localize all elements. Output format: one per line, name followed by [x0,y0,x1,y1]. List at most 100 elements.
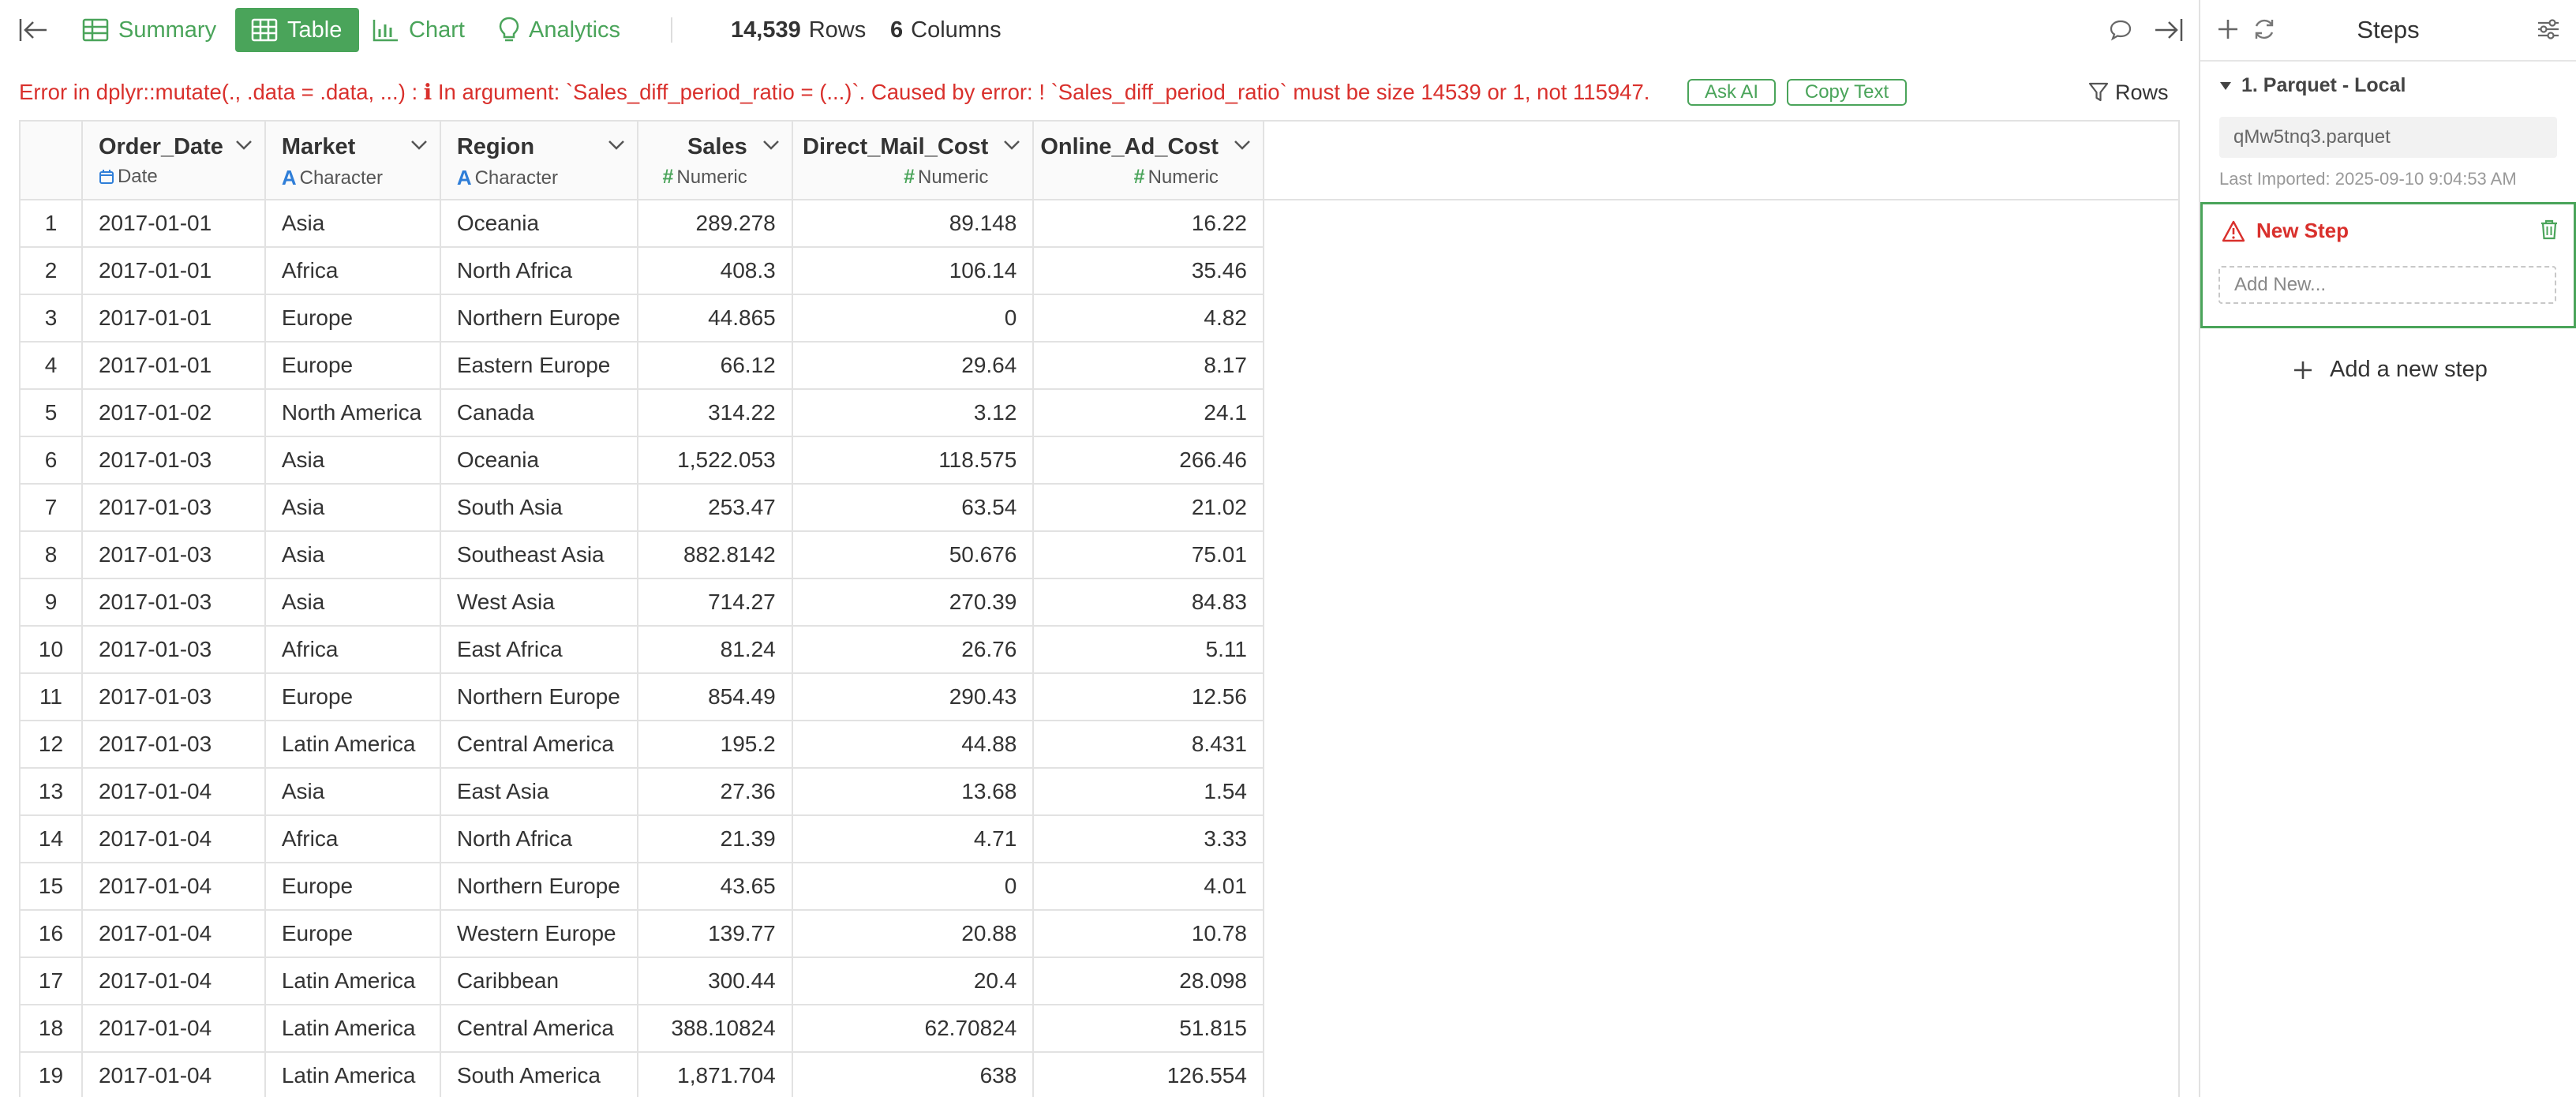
table-cell[interactable]: Oceania [440,200,638,248]
table-cell[interactable]: East Asia [440,768,638,816]
table-cell[interactable]: Southeast Asia [440,531,638,579]
table-cell[interactable]: 4.82 [1033,294,1264,343]
table-cell[interactable]: 2017-01-03 [81,673,266,721]
rows-filter-button[interactable]: Rows [2088,71,2169,114]
table-cell[interactable]: 314.22 [637,389,793,437]
table-cell[interactable]: 51.815 [1033,1005,1264,1053]
table-cell[interactable]: 89.148 [792,200,1035,248]
table-row[interactable]: 19 2017-01-04 Latin America South America 1,… [21,1052,2178,1097]
table-cell[interactable]: Central America [440,1005,638,1053]
table-cell[interactable]: 2017-01-03 [81,531,266,579]
table-cell[interactable]: Western Europe [440,910,638,958]
table-row[interactable]: 17 2017-01-04 Latin America Caribbean 300.44… [21,957,2178,1005]
table-cell[interactable]: 26.76 [792,626,1035,674]
table-cell[interactable]: Asia [264,484,441,532]
table-cell[interactable]: 290.43 [792,673,1035,721]
table-cell[interactable]: 2017-01-01 [81,247,266,295]
table-cell[interactable]: Latin America [264,721,441,769]
table-cell[interactable]: 50.676 [792,531,1035,579]
table-cell[interactable]: 139.77 [637,910,793,958]
table-cell[interactable]: 21.39 [637,815,793,863]
table-cell[interactable]: 29.64 [792,342,1035,390]
table-cell[interactable]: East Africa [440,626,638,674]
table-row[interactable]: 10 2017-01-03 Africa East Africa 81.24 26.76 5… [21,626,2178,674]
table-cell[interactable]: 8.431 [1033,721,1264,769]
table-cell[interactable]: 2017-01-01 [81,294,266,343]
table-cell[interactable]: 2017-01-03 [81,578,266,627]
table-cell[interactable]: Northern Europe [440,863,638,911]
table-cell[interactable]: 75.01 [1033,531,1264,579]
table-cell[interactable]: 2017-01-02 [81,389,266,437]
table-cell[interactable]: Africa [264,626,441,674]
table-row[interactable]: 8 2017-01-03 Asia Southeast Asia 882.8142 50.… [21,531,2178,579]
table-cell[interactable]: 0 [792,294,1035,343]
table-cell[interactable]: 266.46 [1033,436,1264,485]
table-cell[interactable]: 13.68 [792,768,1035,816]
collapse-left-button[interactable] [14,0,52,60]
plus-icon[interactable] [2215,16,2241,43]
table-cell[interactable]: 81.24 [637,626,793,674]
column-header-region[interactable]: Region A Character [440,122,638,200]
table-row[interactable]: 3 2017-01-01 Europe Northern Europe 44.865 0 4… [21,294,2178,343]
table-cell[interactable]: 2017-01-03 [81,721,266,769]
table-cell[interactable]: 62.70824 [792,1005,1035,1053]
table-cell[interactable]: Europe [264,863,441,911]
table-cell[interactable]: 20.4 [792,957,1035,1005]
table-cell[interactable]: 12.56 [1033,673,1264,721]
table-cell[interactable]: 408.3 [637,247,793,295]
column-header-order-date[interactable]: Order_Date Date [81,122,266,200]
table-cell[interactable]: Europe [264,294,441,343]
chevron-down-icon[interactable] [1002,139,1021,152]
table-row[interactable]: 15 2017-01-04 Europe Northern Europe 43.65 0 4… [21,863,2178,911]
table-row[interactable]: 16 2017-01-04 Europe Western Europe 139.77 20… [21,910,2178,958]
table-cell[interactable]: 2017-01-04 [81,863,266,911]
table-cell[interactable]: Europe [264,673,441,721]
table-cell[interactable]: Oceania [440,436,638,485]
add-new-step-button[interactable]: Add a new step [2292,357,2488,383]
tab-analytics[interactable]: Analytics [499,0,620,60]
chevron-down-icon[interactable] [1233,139,1252,152]
table-cell[interactable]: Asia [264,768,441,816]
ask-ai-button[interactable]: Ask AI [1687,79,1776,106]
tab-summary[interactable]: Summary [82,0,216,60]
table-row[interactable]: 11 2017-01-03 Europe Northern Europe 854.49 2… [21,673,2178,721]
table-row[interactable]: 5 2017-01-02 North America Canada 314.22 3.12… [21,389,2178,437]
table-cell[interactable]: 44.88 [792,721,1035,769]
table-cell[interactable]: 2017-01-04 [81,815,266,863]
settings-sliders-icon[interactable] [2535,16,2562,43]
table-cell[interactable]: 27.36 [637,768,793,816]
table-cell[interactable]: 2017-01-04 [81,1052,266,1097]
copy-text-button[interactable]: Copy Text [1787,79,1907,106]
table-cell[interactable]: North America [264,389,441,437]
trash-icon[interactable] [2539,219,2559,241]
table-cell[interactable]: 2017-01-03 [81,484,266,532]
chevron-down-icon[interactable] [410,139,429,152]
table-cell[interactable]: Canada [440,389,638,437]
tab-table[interactable]: Table [235,8,360,52]
table-cell[interactable]: 0 [792,863,1035,911]
table-cell[interactable]: 882.8142 [637,531,793,579]
table-row[interactable]: 1 2017-01-01 Asia Oceania 289.278 89.148 16.22 [21,200,2178,248]
table-cell[interactable]: 28.098 [1033,957,1264,1005]
table-cell[interactable]: 24.1 [1033,389,1264,437]
table-cell[interactable]: 2017-01-03 [81,436,266,485]
table-row[interactable]: 14 2017-01-04 Africa North Africa 21.39 4.71 3… [21,815,2178,863]
table-cell[interactable]: Latin America [264,957,441,1005]
table-cell[interactable]: 43.65 [637,863,793,911]
table-row[interactable]: 2 2017-01-01 Africa North Africa 408.3 106.14… [21,247,2178,295]
table-cell[interactable]: 1,522.053 [637,436,793,485]
chevron-down-icon[interactable] [607,139,626,152]
table-row[interactable]: 18 2017-01-04 Latin America Central America… [21,1005,2178,1053]
table-cell[interactable]: 21.02 [1033,484,1264,532]
table-cell[interactable]: Africa [264,247,441,295]
table-cell[interactable]: Eastern Europe [440,342,638,390]
table-cell[interactable]: 638 [792,1052,1035,1097]
table-cell[interactable]: Asia [264,531,441,579]
table-cell[interactable]: 3.33 [1033,815,1264,863]
table-cell[interactable]: 3.12 [792,389,1035,437]
column-header-online-ad-cost[interactable]: Online_Ad_Cost # Numeric [1033,122,1264,200]
table-cell[interactable]: 8.17 [1033,342,1264,390]
table-cell[interactable]: Asia [264,200,441,248]
table-row[interactable]: 6 2017-01-03 Asia Oceania 1,522.053 118.575 26… [21,436,2178,485]
table-cell[interactable]: South Asia [440,484,638,532]
